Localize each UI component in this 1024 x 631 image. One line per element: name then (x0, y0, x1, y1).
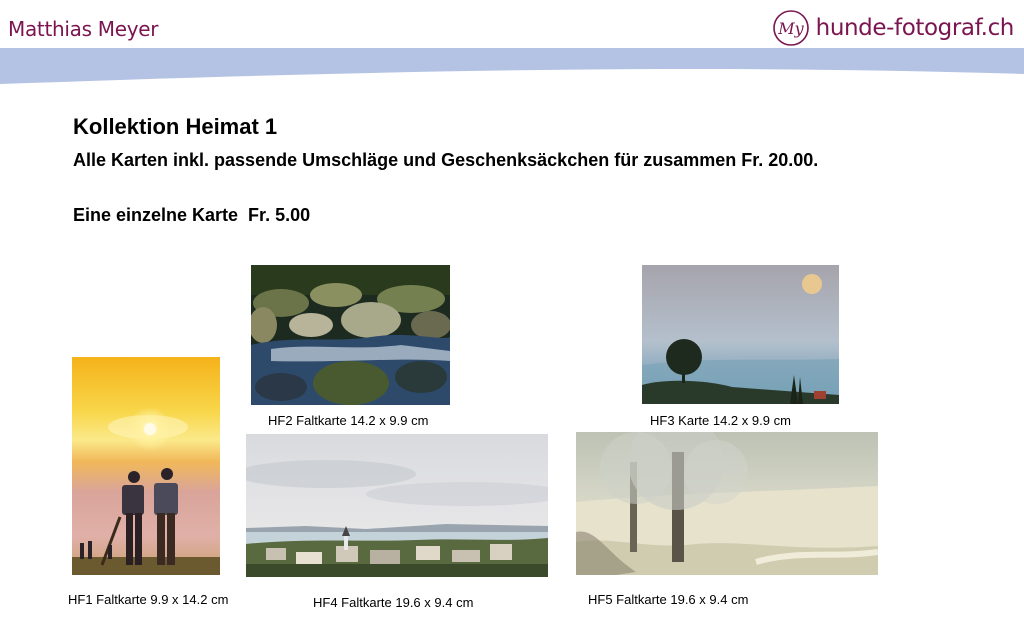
header-swoosh (0, 48, 1024, 84)
brand-site-name: hunde-fotograf.ch (815, 15, 1015, 41)
single-card-price-text: Eine einzelne Karte Fr. 5.00 (73, 205, 311, 225)
page-header: Matthias Meyer My hunde-fotograf.ch (0, 0, 1024, 84)
card-caption-hf2: HF2 Faltkarte 14.2 x 9.9 cm (268, 413, 429, 428)
card-caption-hf1: HF1 Faltkarte 9.9 x 14.2 cm (68, 592, 229, 607)
card-photo-hf4[interactable] (246, 434, 548, 577)
page-title: Kollektion Heimat 1 (73, 114, 278, 139)
card-caption-hf5: HF5 Faltkarte 19.6 x 9.4 cm (588, 592, 749, 607)
card-photo-hf2[interactable] (251, 265, 450, 405)
author-name: Matthias Meyer (8, 17, 159, 41)
collection-price-text: Alle Karten inkl. passende Umschläge und… (73, 150, 819, 170)
card-photo-hf3[interactable] (642, 265, 839, 404)
card-photo-hf5[interactable] (576, 432, 878, 575)
card-photo-hf1[interactable] (72, 357, 220, 575)
card-caption-hf3: HF3 Karte 14.2 x 9.9 cm (650, 413, 791, 428)
brand-mark: My (777, 19, 804, 38)
card-caption-hf4: HF4 Faltkarte 19.6 x 9.4 cm (313, 595, 474, 610)
brand-logo-icon: My (772, 10, 809, 46)
